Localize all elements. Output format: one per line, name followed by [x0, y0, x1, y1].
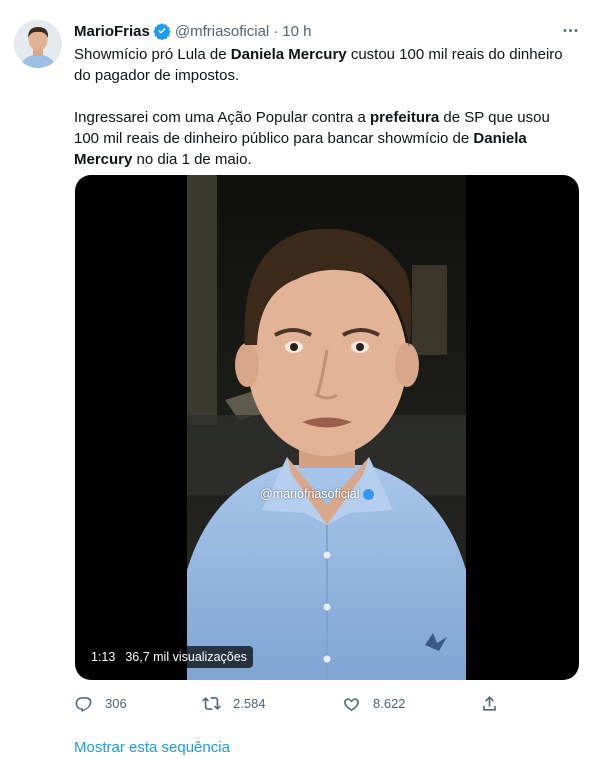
avatar[interactable]: [14, 20, 62, 68]
tweet-timestamp[interactable]: 10 h: [282, 23, 311, 40]
share-button[interactable]: [480, 690, 511, 716]
video-info-overlay: 1:13 36,7 mil visualizações: [85, 646, 253, 668]
like-count: 8.622: [373, 695, 406, 711]
more-icon[interactable]: [558, 18, 582, 42]
watermark-verified-icon: [362, 488, 374, 500]
highlight-prefeitura: prefeitura: [370, 109, 440, 126]
watermark-text: @mariofriasoficial: [260, 487, 360, 501]
tweet-paragraph-1: Showmício pró Lula de Daniela Mercury cu…: [74, 44, 579, 86]
video-duration: 1:13: [91, 650, 116, 664]
reply-icon: [75, 696, 92, 712]
video-watermark: @mariofriasoficial: [260, 487, 374, 501]
avatar-image: [14, 20, 62, 68]
reply-count: 306: [105, 695, 127, 711]
text-segment: no dia 1 de maio.: [132, 151, 252, 168]
video-still: [187, 175, 466, 680]
retweet-button[interactable]: 2.584: [202, 690, 266, 716]
retweet-icon: [202, 696, 221, 710]
separator-dot: ·: [273, 22, 279, 40]
tweet-text: Showmício pró Lula de Daniela Mercury cu…: [74, 44, 579, 170]
tweet-header: MarioFrias @mfriasoficial · 10 h: [74, 20, 311, 42]
video-player[interactable]: @mariofriasoficial 1:13 36,7 mil visuali…: [75, 175, 579, 680]
tweet-actions: 306 2.584 8.622: [74, 690, 504, 716]
highlight-daniela-mercury: Daniela Mercury: [230, 46, 347, 63]
like-button[interactable]: 8.622: [342, 690, 406, 716]
show-thread-link[interactable]: Mostrar esta sequência: [74, 739, 230, 756]
video-views: 36,7 mil visualizações: [125, 650, 247, 664]
retweet-count: 2.584: [233, 695, 266, 711]
share-icon: [483, 695, 496, 711]
reply-button[interactable]: 306: [74, 690, 127, 716]
text-segment: Ingressarei com uma Ação Popular contra …: [74, 109, 370, 126]
verified-icon: [153, 22, 171, 40]
tweet-paragraph-2: Ingressarei com uma Ação Popular contra …: [74, 107, 579, 170]
author-name[interactable]: MarioFrias: [74, 23, 150, 40]
video-frame: [187, 175, 466, 680]
like-icon: [344, 697, 359, 711]
author-handle[interactable]: @mfriasoficial: [175, 23, 269, 40]
text-segment: Showmício pró Lula de: [74, 46, 231, 63]
